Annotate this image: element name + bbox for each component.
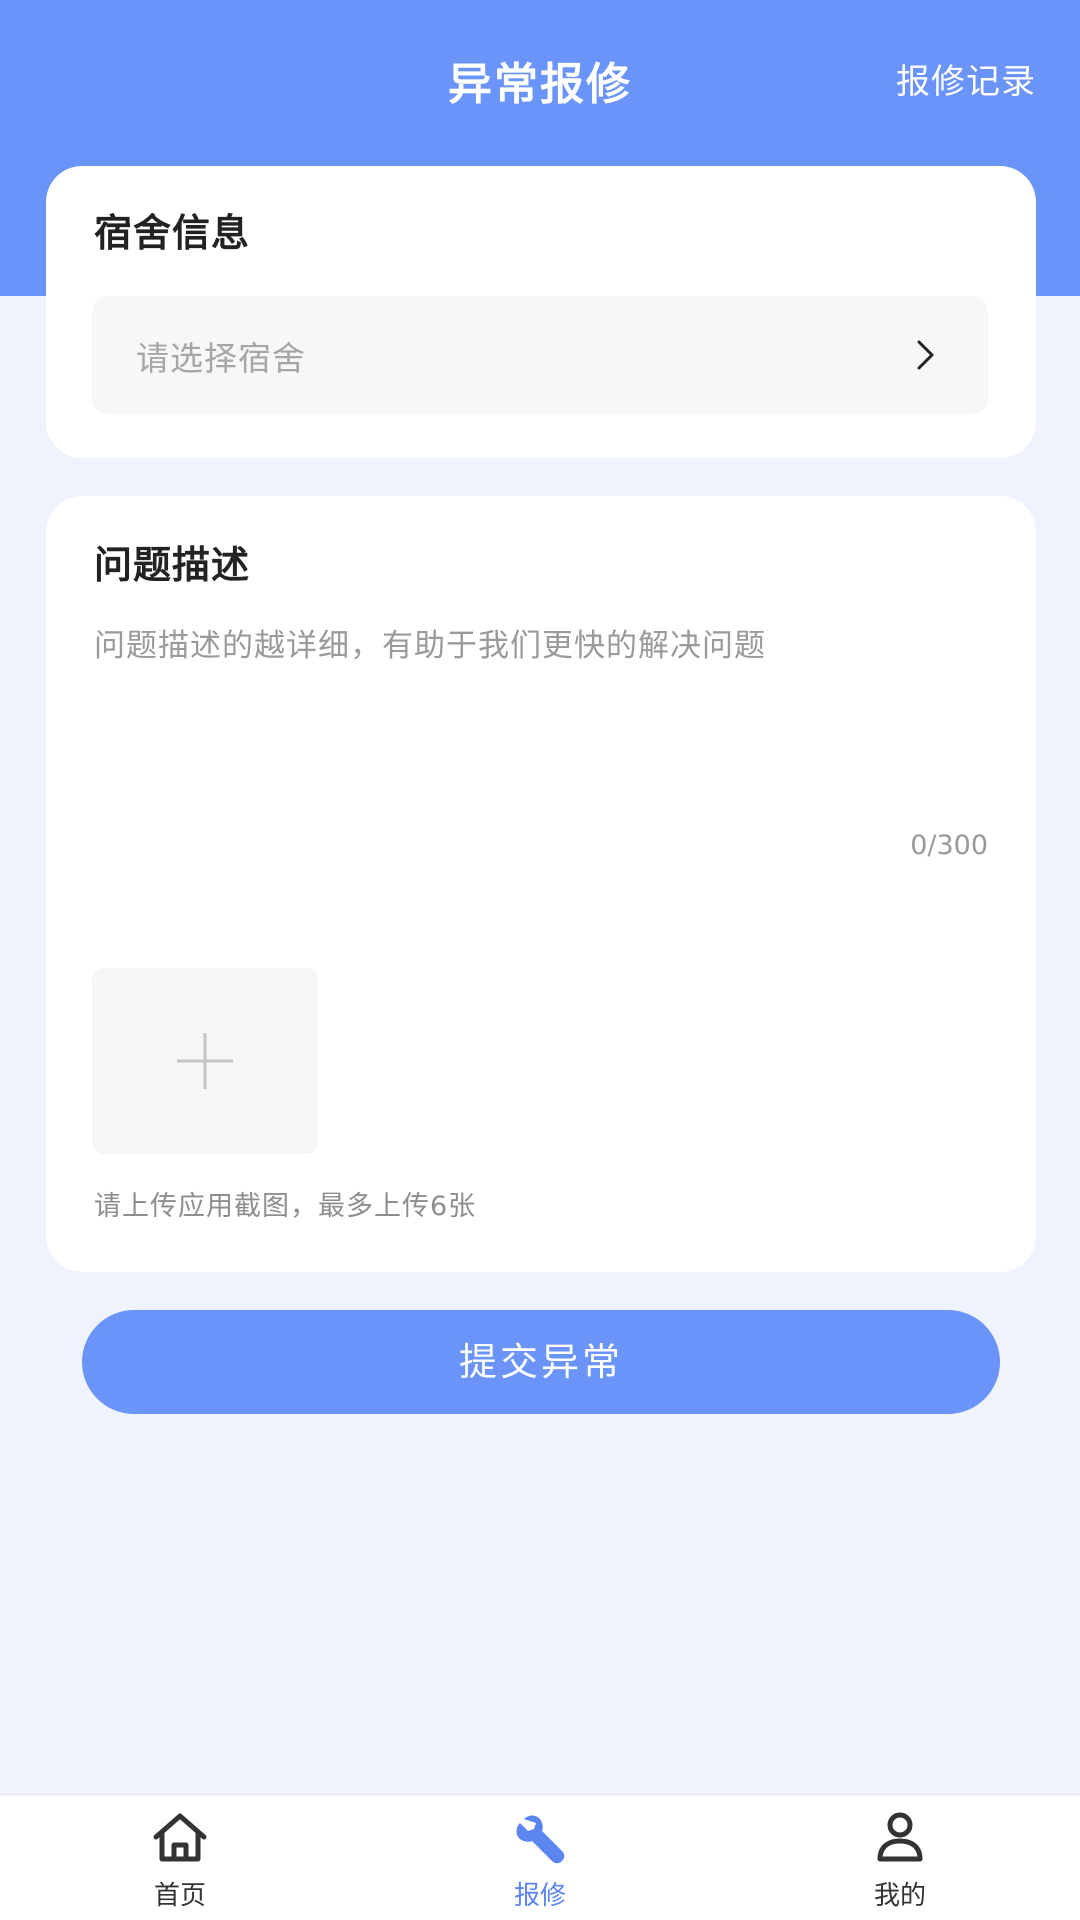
repair-page: 异常报修 报修记录 宿舍信息 请选择宿舍 问题描述 问题描述的越详细，有助于我们…: [0, 0, 1080, 1920]
repair-records-link[interactable]: 报修记录: [896, 54, 1036, 103]
description-textarea[interactable]: 问题描述的越详细，有助于我们更快的解决问题: [94, 620, 766, 665]
dorm-select[interactable]: 请选择宿舍: [92, 296, 988, 414]
submit-button[interactable]: 提交异常: [82, 1310, 1000, 1414]
upload-hint: 请上传应用截图，最多上传6张: [94, 1191, 477, 1222]
tab-home-label: 首页: [153, 1881, 206, 1911]
bottom-tab-bar: 首页 报修 我的: [0, 1794, 1080, 1920]
tab-home[interactable]: 首页: [80, 1795, 280, 1920]
char-counter: 0/300: [910, 830, 988, 861]
home-icon: [153, 1813, 207, 1862]
dorm-info-card: 宿舍信息 请选择宿舍: [46, 166, 1036, 458]
user-icon: [877, 1812, 923, 1862]
upload-image-button[interactable]: [92, 968, 318, 1154]
dorm-select-placeholder: 请选择宿舍: [136, 339, 306, 378]
tab-repair-label: 报修: [513, 1881, 566, 1911]
chevron-right-icon: [917, 340, 934, 370]
plus-icon: [177, 1033, 233, 1089]
problem-description-title: 问题描述: [94, 543, 251, 587]
wrench-icon: [516, 1815, 565, 1864]
tab-repair[interactable]: 报修: [440, 1795, 640, 1920]
dorm-info-title: 宿舍信息: [94, 211, 251, 255]
tab-mine-label: 我的: [873, 1881, 926, 1911]
tab-mine[interactable]: 我的: [800, 1795, 1000, 1920]
problem-description-card: 问题描述 问题描述的越详细，有助于我们更快的解决问题 0/300 请上传应用截图…: [46, 496, 1036, 1272]
